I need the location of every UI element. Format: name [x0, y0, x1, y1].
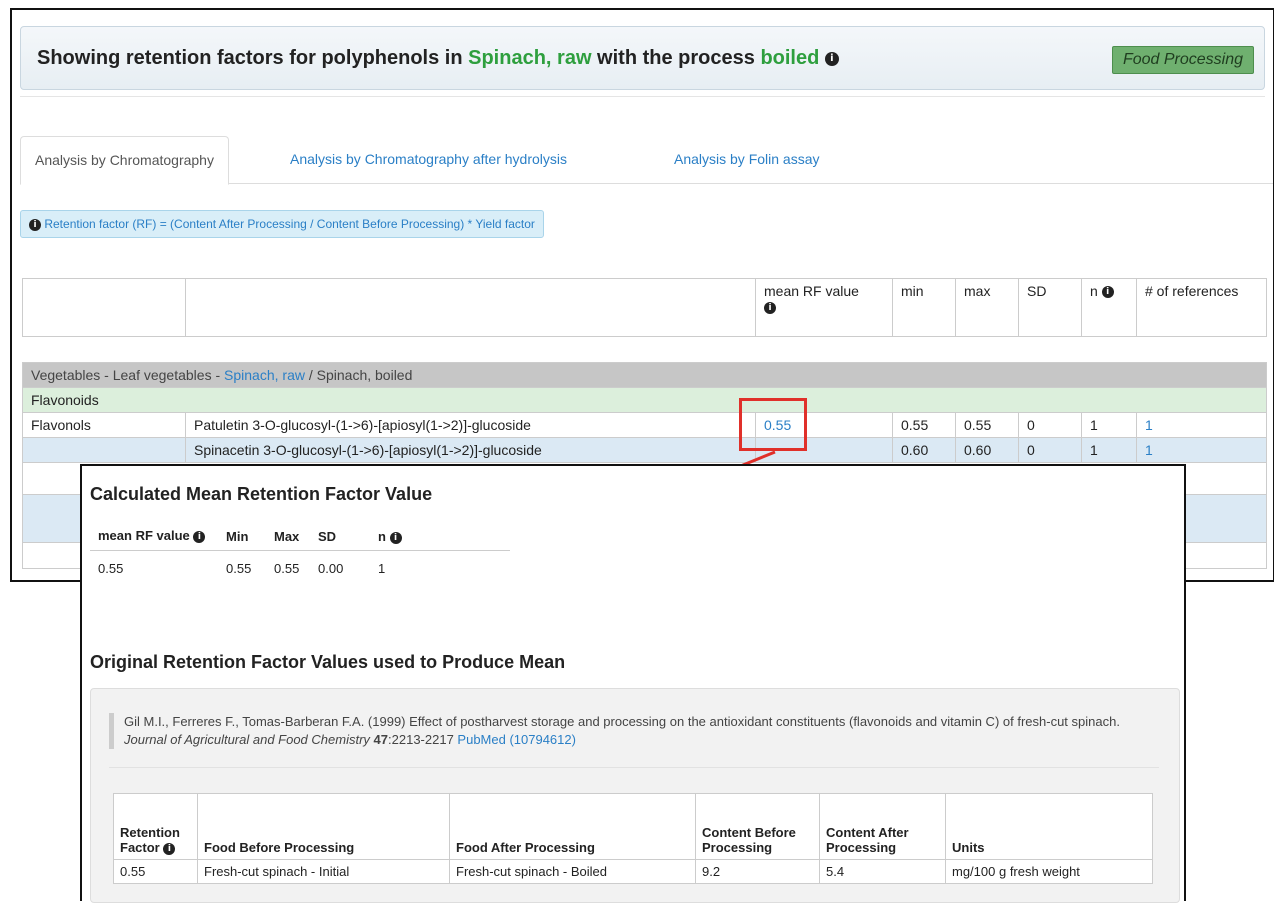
cell-n: 1	[1081, 437, 1137, 463]
col-header-subclass	[22, 278, 186, 337]
info-circle-icon[interactable]: i	[764, 302, 776, 315]
pubmed-link[interactable]: PubMed (10794612)	[457, 732, 576, 747]
ref-header-row: Retention Factor i Food Before Processin…	[113, 793, 1153, 860]
table-row: Spinacetin 3-O-glucosyl-(1->6)-[apiosyl(…	[22, 437, 1267, 463]
cell-subclass	[22, 437, 186, 463]
col-header-mean: mean RF value i	[755, 278, 893, 337]
citation-volume: 47	[373, 732, 389, 747]
popup-title: Calculated Mean Retention Factor Value	[90, 484, 433, 504]
table-header: mean RF value i min max SD n i # of refer…	[22, 278, 1267, 337]
ref-header-content-after: Content After Processing	[819, 793, 946, 860]
tab-chromatography[interactable]: Analysis by Chromatography	[20, 136, 229, 185]
analysis-tabs: Analysis by Chromatography Analysis by C…	[20, 136, 1273, 185]
info-circle-icon[interactable]: i	[193, 530, 206, 543]
divider	[20, 96, 1265, 97]
tab-chromatography-hydrolysis[interactable]: Analysis by Chromatography after hydroly…	[276, 136, 581, 184]
ref-header-units: Units	[945, 793, 1153, 860]
title-food[interactable]: Spinach, raw	[468, 47, 591, 69]
food-processing-badge: Food Processing	[1111, 46, 1254, 74]
cell-min: 0.60	[892, 437, 956, 463]
mini-header-min: Min	[218, 526, 266, 551]
col-header-n: n i	[1081, 278, 1137, 337]
title-middle: with the process	[591, 47, 761, 69]
table-row: 0.55 Fresh-cut spinach - Initial Fresh-c…	[113, 859, 1153, 884]
cell-compound: Patuletin 3-O-glucosyl-(1->6)-[apiosyl(1…	[185, 412, 756, 438]
cell-sd: 0	[1018, 412, 1082, 438]
title-prefix: Showing retention factors for polyphenol…	[37, 47, 469, 69]
ref-header-content-before: Content Before Processing	[695, 793, 820, 860]
mean-rf-table: mean RF value i Min Max SD n i 0.55 0.55…	[90, 526, 510, 580]
title-panel: Showing retention factors for polyphenol…	[20, 26, 1265, 90]
mean-rf-value-row: 0.55 0.55 0.55 0.00 1	[90, 551, 510, 581]
ref-header-after: Food After Processing	[449, 793, 696, 860]
mini-header-mean: mean RF value i	[90, 526, 218, 551]
original-values-title: Original Retention Factor Values used to…	[90, 652, 566, 672]
mini-header-n: n i	[370, 526, 510, 551]
citation-authors: Gil M.I., Ferreres F., Tomas-Barberan F.…	[124, 714, 1120, 729]
col-header-sd: SD	[1018, 278, 1082, 337]
mini-value-min: 0.55	[226, 561, 252, 576]
info-circle-icon[interactable]: i	[389, 531, 402, 544]
info-circle-icon[interactable]: i	[824, 51, 839, 66]
tab-folin-assay[interactable]: Analysis by Folin assay	[660, 136, 834, 184]
cell-min: 0.55	[892, 412, 956, 438]
formula-note: i Retention factor (RF) = (Content After…	[20, 210, 544, 238]
ref-header-rf: Retention Factor i	[113, 793, 198, 860]
ref-cell-content-before: 9.2	[695, 859, 820, 884]
spacer-row	[22, 336, 1267, 363]
col-header-compound	[185, 278, 756, 337]
formula-text: Retention factor (RF) = (Content After P…	[44, 217, 535, 231]
col-header-min: min	[892, 278, 956, 337]
mean-rf-header-row: mean RF value i Min Max SD n i	[90, 526, 510, 551]
cell-compound: Spinacetin 3-O-glucosyl-(1->6)-[apiosyl(…	[185, 437, 756, 463]
mini-value-mean: 0.55	[98, 561, 124, 576]
rf-highlight-box	[739, 398, 807, 451]
cell-n: 1	[1081, 412, 1137, 438]
info-circle-icon[interactable]: i	[163, 842, 176, 855]
title-process[interactable]: boiled	[760, 47, 819, 69]
cell-subclass: Flavonols	[22, 412, 186, 438]
class-label: Flavonoids	[22, 387, 1267, 413]
reference-box: Gil M.I., Ferreres F., Tomas-Barberan F.…	[90, 688, 1180, 903]
group-row: Vegetables - Leaf vegetables - Spinach, …	[22, 362, 1267, 388]
refs-link[interactable]: 1	[1136, 412, 1267, 438]
ref-cell-after: Fresh-cut spinach - Boiled	[449, 859, 696, 884]
col-header-refs: # of references	[1136, 278, 1267, 337]
info-circle-icon: i	[29, 218, 41, 231]
mean-rf-popup: Calculated Mean Retention Factor Value m…	[80, 464, 1186, 903]
group-label: Vegetables - Leaf vegetables - Spinach, …	[22, 362, 1267, 388]
ref-cell-content-after: 5.4	[819, 859, 946, 884]
ref-header-before: Food Before Processing	[197, 793, 450, 860]
cell-max: 0.60	[955, 437, 1019, 463]
mini-header-max: Max	[266, 526, 310, 551]
page-title: Showing retention factors for polyphenol…	[37, 47, 839, 70]
ref-cell-units: mg/100 g fresh weight	[945, 859, 1153, 884]
ref-cell-before: Fresh-cut spinach - Initial	[197, 859, 450, 884]
divider	[109, 767, 1159, 768]
citation-journal: Journal of Agricultural and Food Chemist…	[124, 732, 370, 747]
class-row: Flavonoids	[22, 387, 1267, 413]
citation: Gil M.I., Ferreres F., Tomas-Barberan F.…	[109, 713, 1159, 749]
group-food-link[interactable]: Spinach, raw	[224, 367, 305, 383]
col-header-max: max	[955, 278, 1019, 337]
refs-link[interactable]: 1	[1136, 437, 1267, 463]
original-values-table: Retention Factor i Food Before Processin…	[113, 793, 1153, 884]
mini-header-sd: SD	[310, 526, 370, 551]
mini-value-n: 1	[378, 561, 386, 576]
ref-cell-rf: 0.55	[113, 859, 198, 884]
info-circle-icon[interactable]: i	[1101, 286, 1114, 299]
citation-pages: :2213-2217	[388, 732, 458, 747]
table-row: Flavonols Patuletin 3-O-glucosyl-(1->6)-…	[22, 412, 1267, 438]
cell-max: 0.55	[955, 412, 1019, 438]
mini-value-max: 0.55	[274, 561, 300, 576]
mini-value-sd: 0.00	[318, 561, 344, 576]
cell-sd: 0	[1018, 437, 1082, 463]
